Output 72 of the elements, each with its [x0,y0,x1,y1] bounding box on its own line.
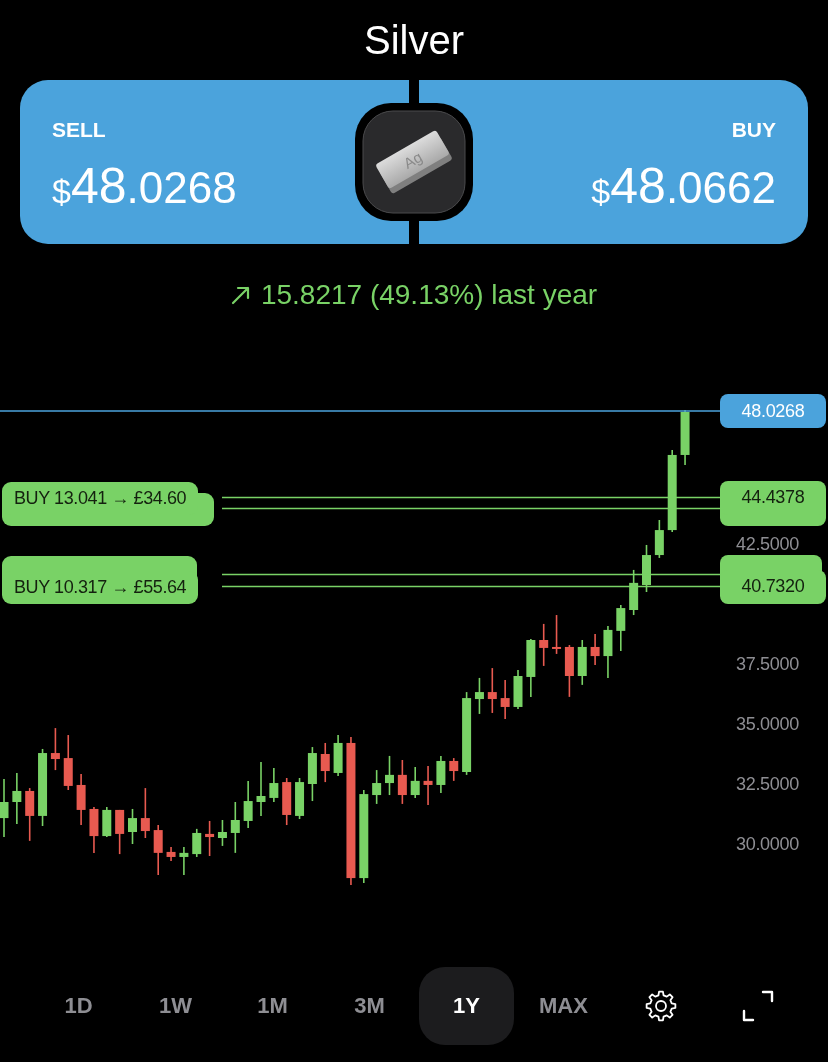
range-tab[interactable]: MAX [516,967,611,1045]
candle [205,820,215,857]
axis-tick-label: 30.0000 [736,835,799,853]
axis-tick-label: 42.5000 [736,535,799,553]
candle [128,808,137,845]
candle [654,519,664,559]
candle [642,544,651,593]
candle [423,765,433,806]
range-tab[interactable]: 1Y [419,967,514,1045]
candle [256,761,266,817]
candle [320,742,330,783]
candle [63,734,73,791]
candle [295,777,305,820]
candle [243,780,253,829]
candle [603,625,613,679]
candle [385,755,394,796]
order-price-tag: 40.7320 [720,569,826,604]
settings-icon [644,990,677,1022]
candle [564,644,574,698]
current-price-tag: 48.0268 [720,394,826,428]
axis-tick-label: 37.5000 [736,655,799,673]
candle [410,766,420,799]
candle [526,638,536,698]
candle [513,669,523,710]
candle [50,727,60,771]
axis-tick-label: 35.0000 [736,715,799,733]
candle [616,604,626,652]
candle [115,809,125,855]
range-tab[interactable]: 1W [128,967,223,1045]
range-tab[interactable]: 3M [322,967,417,1045]
candle [179,846,189,876]
candle [166,846,176,862]
candle [449,757,459,782]
candle [153,824,163,876]
candle [140,787,150,839]
candle [307,746,317,802]
candle [590,633,600,666]
candle [436,755,446,794]
sell-price: $48.0268 [52,158,237,216]
candle [487,667,497,714]
candle [89,806,99,854]
candle [269,767,279,803]
candle [500,679,510,720]
candle [629,569,639,616]
ingot-icon: Ag [355,103,473,221]
candle [333,734,343,777]
candle [552,614,562,655]
candle [230,801,240,854]
page-title: Silver [364,17,464,64]
candle [76,773,86,826]
candle [282,777,292,826]
candle [539,623,549,667]
candle [217,819,227,847]
range-tab[interactable]: 1M [225,967,320,1045]
candle [680,409,690,466]
trend-up-arrow-icon [230,285,251,305]
candle [25,787,35,842]
sell-label: SELL [52,117,106,143]
candle [397,759,407,805]
buy-label: BUY [731,117,776,143]
candle [102,806,112,838]
candle [0,778,9,838]
candle [192,828,202,858]
candle [474,677,484,715]
price-change: 15.8217 (49.13%) last year [260,279,598,311]
candle [372,769,382,805]
range-tab[interactable]: 1D [31,967,126,1045]
expand-icon [741,990,774,1022]
candle [577,639,587,686]
buy-price: $48.0662 [591,158,776,216]
candle [12,772,22,825]
axis-tick-label: 32.5000 [736,775,799,793]
